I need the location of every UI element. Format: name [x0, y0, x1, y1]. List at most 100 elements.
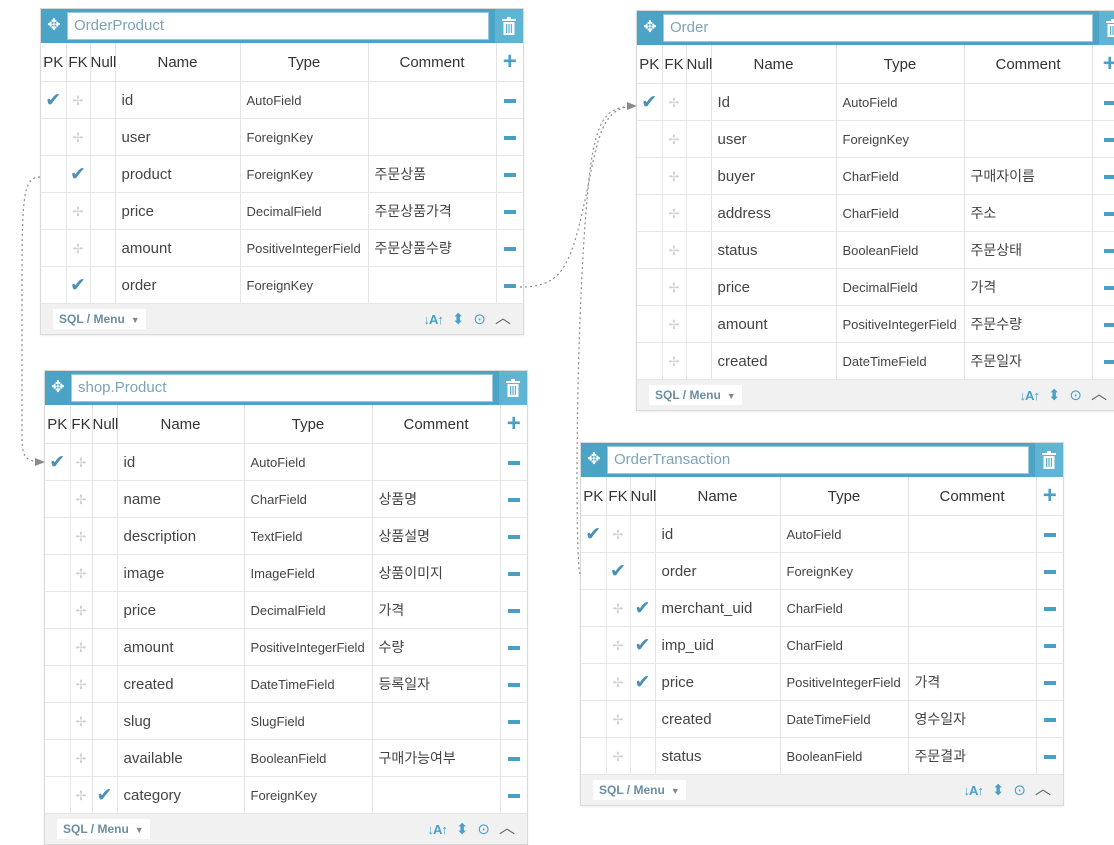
remove-field-cell[interactable]	[500, 443, 527, 481]
field-type[interactable]: CharField	[780, 589, 909, 627]
remove-field-minus-icon[interactable]	[1103, 138, 1114, 143]
drag-handle-icon[interactable]: ✢	[73, 93, 84, 108]
null-cell[interactable]	[92, 517, 118, 555]
table-order-product[interactable]: ✥ OrderProduct PK FK Null Name Type Comm…	[40, 8, 524, 335]
null-cell[interactable]	[686, 120, 712, 158]
drag-handle-icon[interactable]: ✢	[76, 714, 87, 729]
drag-handle-icon[interactable]: ✢	[669, 317, 680, 332]
remove-field-minus-icon[interactable]	[1103, 175, 1114, 180]
drag-handle-icon[interactable]: ✢	[669, 280, 680, 295]
field-type[interactable]: BooleanField	[244, 739, 373, 777]
trash-icon[interactable]	[499, 371, 527, 405]
field-type[interactable]: CharField	[836, 157, 965, 195]
sort-az-icon[interactable]: ↓A↑	[1019, 389, 1039, 402]
field-name[interactable]: imp_uid	[655, 626, 781, 664]
null-cell[interactable]	[92, 702, 118, 740]
pk-cell[interactable]	[41, 229, 67, 267]
remove-field-minus-icon[interactable]	[507, 794, 520, 799]
pk-cell[interactable]	[581, 589, 607, 627]
pk-cell[interactable]	[45, 554, 71, 592]
fk-cell[interactable]: ✢	[70, 628, 93, 666]
remove-field-minus-icon[interactable]	[1043, 755, 1056, 760]
field-type[interactable]: TextField	[244, 517, 373, 555]
field-comment[interactable]: 가격	[908, 663, 1037, 701]
pk-cell[interactable]	[581, 552, 607, 590]
remove-field-cell[interactable]	[500, 628, 527, 666]
field-row[interactable]: ✢ price DecimalField 가격	[45, 591, 527, 629]
drag-handle-icon[interactable]: ✢	[669, 243, 680, 258]
remove-field-cell[interactable]	[496, 118, 523, 156]
table-order-transaction[interactable]: ✥ OrderTransaction PK FK Null Name Type …	[580, 442, 1064, 806]
null-cell[interactable]	[90, 118, 116, 156]
null-cell[interactable]	[630, 700, 656, 738]
null-cell[interactable]	[92, 665, 118, 703]
field-row[interactable]: ✔ order ForeignKey	[41, 266, 523, 304]
remove-field-cell[interactable]	[500, 591, 527, 629]
fk-cell[interactable]: ✢	[70, 665, 93, 703]
sql-menu-button[interactable]: SQL / Menu ▼	[53, 309, 146, 329]
field-row[interactable]: ✢ ✔ price PositiveIntegerField 가격	[581, 663, 1063, 701]
field-comment[interactable]: 상품설명	[372, 517, 501, 555]
pk-cell[interactable]	[41, 118, 67, 156]
null-cell[interactable]: ✔	[630, 663, 656, 701]
field-name[interactable]: name	[117, 480, 245, 518]
comment-icon[interactable]: ⊙	[1013, 783, 1026, 798]
pk-cell[interactable]	[45, 591, 71, 629]
table-name-input[interactable]: Order	[663, 14, 1093, 42]
add-field-plus-icon[interactable]: +	[1043, 484, 1057, 508]
field-type[interactable]: AutoField	[836, 83, 965, 121]
pk-cell[interactable]	[637, 305, 663, 343]
remove-field-cell[interactable]	[1036, 515, 1063, 553]
field-comment[interactable]	[908, 515, 1037, 553]
field-row[interactable]: ✔ order ForeignKey	[581, 552, 1063, 590]
field-row[interactable]: ✢ slug SlugField	[45, 702, 527, 740]
field-comment[interactable]	[372, 776, 501, 814]
remove-field-cell[interactable]	[1092, 83, 1114, 121]
fk-cell[interactable]: ✢	[70, 443, 93, 481]
move-icon[interactable]: ✥	[637, 11, 663, 45]
pk-cell[interactable]	[45, 665, 71, 703]
field-name[interactable]: id	[117, 443, 245, 481]
fk-cell[interactable]: ✢	[606, 589, 631, 627]
field-name[interactable]: user	[115, 118, 241, 156]
field-name[interactable]: user	[711, 120, 837, 158]
field-comment[interactable]: 주문수량	[964, 305, 1093, 343]
pk-cell[interactable]	[637, 157, 663, 195]
sql-menu-button[interactable]: SQL / Menu ▼	[593, 780, 686, 800]
null-cell[interactable]: ✔	[630, 589, 656, 627]
field-name[interactable]: created	[711, 342, 837, 380]
table-header[interactable]: ✥ OrderProduct	[41, 9, 523, 43]
field-name[interactable]: amount	[711, 305, 837, 343]
remove-field-minus-icon[interactable]	[503, 136, 516, 141]
table-product[interactable]: ✥ shop.Product PK FK Null Name Type Comm…	[44, 370, 528, 845]
fk-cell[interactable]: ✢	[66, 81, 91, 119]
fk-cell[interactable]: ✢	[70, 554, 93, 592]
field-type[interactable]: BooleanField	[780, 737, 909, 775]
pk-cell[interactable]	[581, 663, 607, 701]
remove-field-cell[interactable]	[1036, 737, 1063, 775]
drag-handle-icon[interactable]: ✢	[76, 529, 87, 544]
null-cell[interactable]	[90, 229, 116, 267]
remove-field-cell[interactable]	[500, 776, 527, 814]
pk-cell[interactable]	[637, 194, 663, 232]
field-row[interactable]: ✔ ✢ id AutoField	[45, 443, 527, 481]
add-field-cell[interactable]: +	[496, 43, 523, 82]
field-row[interactable]: ✢ created DateTimeField 영수일자	[581, 700, 1063, 738]
sort-updown-icon[interactable]: ⬍	[452, 312, 465, 327]
comment-icon[interactable]: ⊙	[1069, 388, 1082, 403]
field-type[interactable]: DateTimeField	[836, 342, 965, 380]
field-comment[interactable]	[368, 266, 497, 304]
field-type[interactable]: PositiveIntegerField	[240, 229, 369, 267]
fk-cell[interactable]: ✢	[66, 118, 91, 156]
field-comment[interactable]	[908, 626, 1037, 664]
field-name[interactable]: merchant_uid	[655, 589, 781, 627]
remove-field-minus-icon[interactable]	[1043, 644, 1056, 649]
remove-field-minus-icon[interactable]	[1043, 533, 1056, 538]
remove-field-cell[interactable]	[500, 739, 527, 777]
remove-field-minus-icon[interactable]	[1043, 681, 1056, 686]
field-type[interactable]: CharField	[836, 194, 965, 232]
drag-handle-icon[interactable]: ✢	[76, 677, 87, 692]
field-type[interactable]: PositiveIntegerField	[244, 628, 373, 666]
field-comment[interactable]: 가격	[964, 268, 1093, 306]
drag-handle-icon[interactable]: ✢	[669, 206, 680, 221]
